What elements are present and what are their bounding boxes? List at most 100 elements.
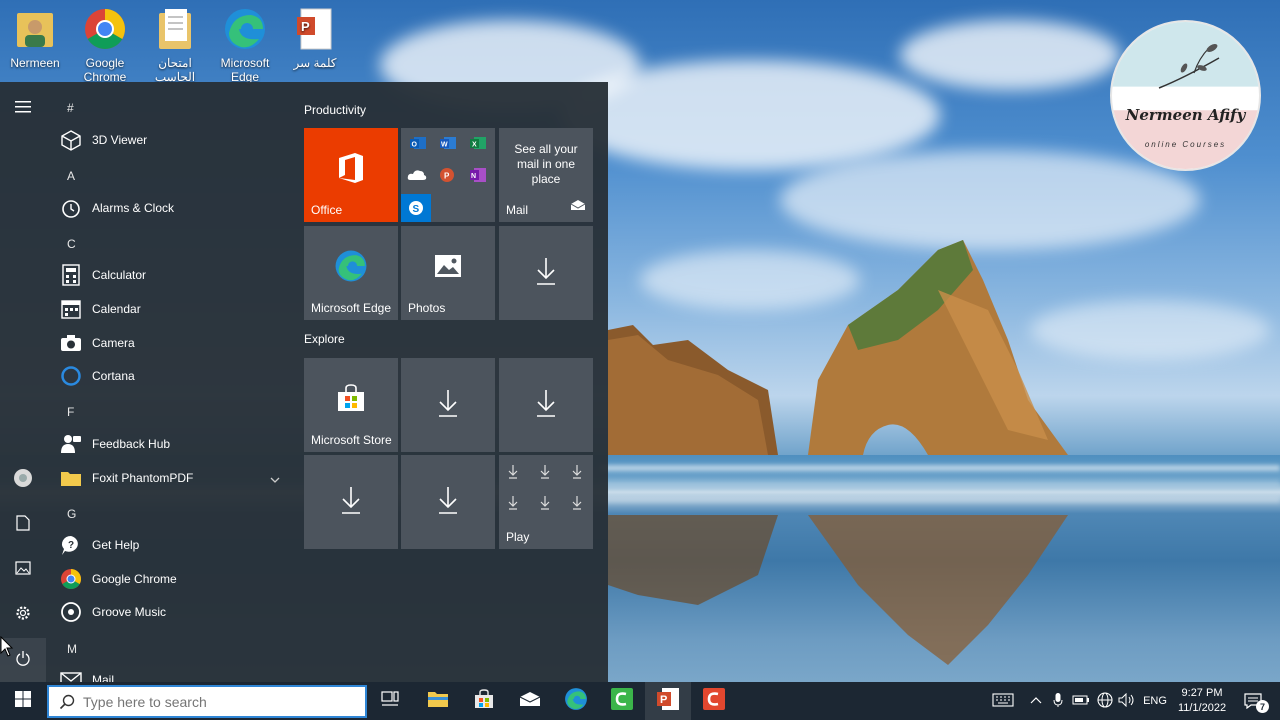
store-button[interactable] — [461, 682, 507, 720]
app-item-feedback-hub[interactable]: Feedback Hub — [46, 428, 286, 460]
app-item-cortana[interactable]: Cortana — [46, 360, 286, 392]
taskbar: P ENG 9:27 PM 11/1/2022 7 — [0, 682, 1280, 720]
taskbar-search-box[interactable] — [47, 685, 367, 718]
app-item-calendar[interactable]: Calendar — [46, 293, 286, 325]
svg-text:P: P — [444, 172, 450, 181]
search-icon — [59, 694, 75, 710]
app-list: # 3D Viewer A Alarms & Clock C Calculato… — [46, 82, 296, 682]
3d-viewer-icon — [58, 127, 84, 153]
powerpoint-file-icon: P — [292, 6, 338, 52]
expand-menu-button[interactable] — [0, 87, 46, 131]
app-label: 3D Viewer — [92, 133, 148, 147]
rock-arch-image — [608, 240, 1068, 455]
clock[interactable]: 9:27 PM 11/1/2022 — [1174, 682, 1230, 720]
tile-office[interactable]: Office — [304, 128, 398, 222]
edge-button[interactable] — [553, 682, 599, 720]
app-item-camera[interactable]: Camera — [46, 327, 286, 359]
folder-icon — [58, 465, 84, 491]
hamburger-icon — [15, 100, 31, 118]
section-title-explore[interactable]: Explore — [304, 332, 345, 346]
app-label: Get Help — [92, 538, 140, 552]
calendar-icon — [58, 296, 84, 322]
tile-microsoft-store[interactable]: Microsoft Store — [304, 358, 398, 452]
group-letter[interactable]: M — [67, 642, 77, 656]
app-label: Calendar — [92, 302, 141, 316]
word-icon: W — [439, 136, 457, 155]
tile-download-placeholder[interactable] — [401, 358, 495, 452]
tile-label: Microsoft Edge — [311, 301, 392, 315]
desktop-icon-password[interactable]: P كلمة سر — [280, 6, 350, 70]
edge-icon — [564, 687, 588, 716]
tile-label: Photos — [408, 301, 446, 315]
feedback-hub-icon — [58, 431, 84, 457]
chevron-down-icon[interactable] — [270, 471, 280, 489]
app-item-alarms-clock[interactable]: Alarms & Clock — [46, 192, 286, 224]
tile-microsoft-edge[interactable]: Microsoft Edge — [304, 226, 398, 320]
user-folder-icon — [12, 6, 58, 52]
app-item-groove-music[interactable]: Groove Music — [46, 596, 286, 628]
microphone-button[interactable] — [1048, 682, 1068, 720]
tile-download-placeholder[interactable] — [499, 358, 593, 452]
app-item-foxit-phantompdf[interactable]: Foxit PhantomPDF — [46, 462, 286, 494]
tile-label: Office — [311, 203, 343, 217]
mail-icon — [519, 691, 541, 712]
pictures-button[interactable] — [0, 548, 46, 592]
group-letter[interactable]: G — [67, 507, 76, 521]
task-view-button[interactable] — [367, 682, 413, 720]
tile-download-placeholder[interactable] — [401, 455, 495, 549]
desktop-icon-label: Google Chrome — [83, 56, 127, 84]
tile-office-apps-group[interactable]: O W X P N S — [401, 128, 495, 222]
start-button[interactable] — [0, 682, 46, 720]
desktop-icon-nermeen[interactable]: Nermeen — [0, 6, 70, 70]
tile-photos[interactable]: Photos — [401, 226, 495, 320]
group-letter[interactable]: A — [67, 169, 75, 183]
group-letter[interactable]: C — [67, 237, 76, 251]
battery-icon — [1072, 695, 1090, 708]
volume-button[interactable] — [1116, 682, 1138, 720]
camtasia-red-icon — [702, 687, 726, 716]
groove-music-icon — [58, 599, 84, 625]
section-title-productivity[interactable]: Productivity — [304, 103, 366, 117]
settings-button[interactable] — [0, 593, 46, 637]
search-input[interactable] — [83, 693, 353, 710]
file-explorer-button[interactable] — [415, 682, 461, 720]
network-button[interactable] — [1094, 682, 1116, 720]
tile-download-placeholder[interactable] — [499, 226, 593, 320]
group-letter[interactable]: F — [67, 405, 74, 419]
mail-icon — [570, 198, 586, 216]
tile-mail[interactable]: See all your mail in one place Mail — [499, 128, 593, 222]
documents-button[interactable] — [0, 503, 46, 547]
speaker-icon — [1118, 692, 1136, 710]
keyboard-layout-button[interactable] — [990, 682, 1016, 720]
start-menu: # 3D Viewer A Alarms & Clock C Calculato… — [0, 82, 608, 682]
powerpoint-button[interactable]: P — [645, 682, 691, 720]
desktop-icon-exam[interactable]: امتحان الحاسب — [140, 6, 210, 84]
tile-label: Mail — [506, 203, 529, 217]
app-item-3d-viewer[interactable]: 3D Viewer — [46, 124, 286, 156]
chevron-up-icon — [1030, 695, 1042, 707]
camtasia-editor-button[interactable] — [691, 682, 737, 720]
notification-icon: 7 — [1244, 693, 1269, 713]
action-center-button[interactable]: 7 — [1236, 682, 1270, 720]
logo-subtitle: online Courses — [1144, 140, 1227, 149]
app-item-get-help[interactable]: ? Get Help — [46, 529, 286, 561]
desktop-icon-label: Microsoft Edge — [220, 56, 270, 84]
keyboard-icon — [992, 692, 1014, 710]
desktop-icon-chrome[interactable]: Google Chrome — [70, 6, 140, 84]
battery-button[interactable] — [1070, 682, 1092, 720]
mail-icon — [58, 667, 84, 682]
tile-play-folder[interactable]: Play — [499, 455, 593, 549]
app-item-google-chrome[interactable]: Google Chrome — [46, 563, 286, 595]
channel-logo: Nermeen Afify online Courses — [1110, 20, 1261, 171]
camtasia-recorder-button[interactable] — [599, 682, 645, 720]
desktop-icon-edge[interactable]: Microsoft Edge — [210, 6, 280, 84]
app-item-mail[interactable]: Mail — [46, 664, 286, 682]
tile-download-placeholder[interactable] — [304, 455, 398, 549]
mail-button[interactable] — [507, 682, 553, 720]
language-indicator[interactable]: ENG — [1140, 682, 1170, 720]
show-hidden-icons-button[interactable] — [1026, 682, 1046, 720]
group-letter[interactable]: # — [67, 101, 74, 115]
user-account-button[interactable] — [0, 458, 46, 502]
rock-reflection-image — [608, 515, 1068, 665]
app-item-calculator[interactable]: Calculator — [46, 259, 286, 291]
